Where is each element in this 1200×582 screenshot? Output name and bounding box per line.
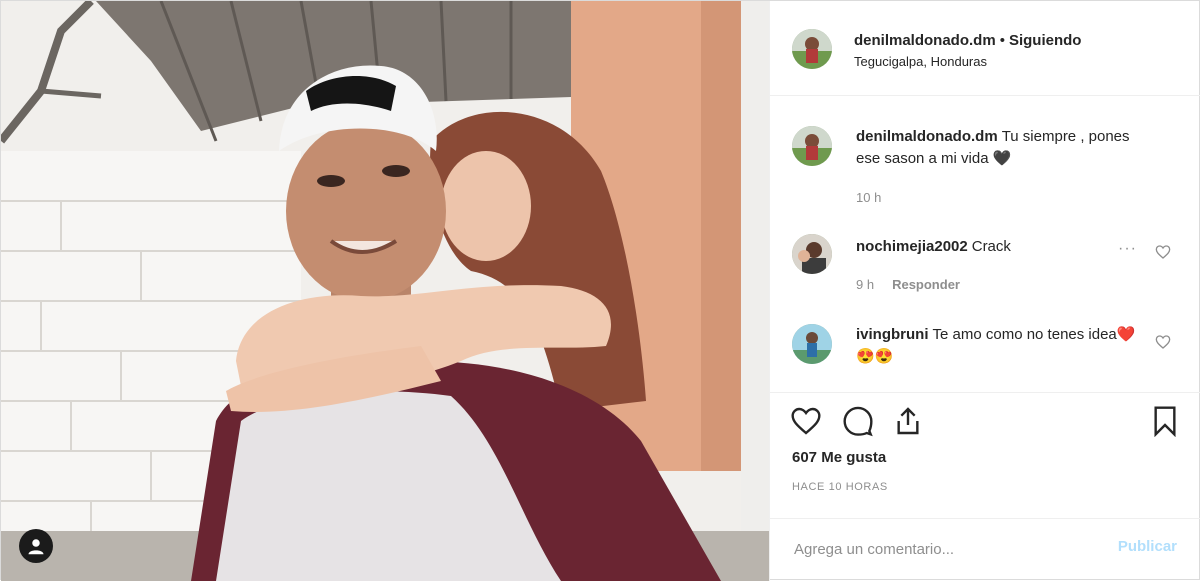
comment-time: 9 h	[856, 277, 875, 292]
header-line: denilmaldonado.dm • Siguiendo	[854, 32, 1081, 49]
heart-icon	[1155, 245, 1171, 259]
comment-button[interactable]	[842, 405, 874, 437]
comment-like-button[interactable]	[1155, 244, 1171, 265]
caption-text: denilmaldonado.dm Tu siempre , pones ese …	[856, 126, 1146, 170]
share-button[interactable]	[892, 405, 924, 437]
comment-text: ivingbruni Te amo como no tenes idea❤️😍😍	[856, 324, 1146, 368]
comment-body: Crack	[971, 238, 1011, 255]
comment-meta: 9 h Responder	[856, 277, 960, 292]
post-timestamp: HACE 10 HORAS	[792, 481, 888, 493]
add-comment-bar: Publicar	[770, 518, 1200, 582]
follow-status-button[interactable]: Siguiendo	[1009, 32, 1082, 49]
author-username[interactable]: denilmaldonado.dm	[854, 32, 996, 49]
comment-username[interactable]: nochimejia2002	[856, 238, 968, 255]
save-button[interactable]	[1149, 405, 1181, 438]
like-count[interactable]: 607 Me gusta	[792, 449, 886, 466]
comment-like-button[interactable]	[1155, 334, 1171, 355]
comment-item: ivingbruni Te amo como no tenes idea❤️😍😍	[770, 324, 1200, 374]
share-icon	[897, 407, 919, 435]
person-icon	[28, 539, 44, 555]
avatar-image	[792, 126, 832, 166]
caption-time: 10 h	[856, 190, 882, 205]
caption-username[interactable]: denilmaldonado.dm	[856, 128, 998, 145]
comment-username[interactable]: ivingbruni	[856, 326, 929, 343]
post-side-panel: denilmaldonado.dm • Siguiendo Tegucigalpa,…	[769, 1, 1200, 581]
couple-photo-illustration	[1, 1, 769, 581]
comments-section[interactable]: denilmaldonado.dm Tu siempre , pones ese …	[770, 96, 1200, 392]
post-photo[interactable]	[1, 1, 769, 581]
avatar-image	[792, 324, 832, 364]
comment-avatar[interactable]	[792, 324, 832, 364]
publish-button[interactable]: Publicar	[1118, 538, 1177, 555]
comment-input[interactable]	[792, 535, 1086, 563]
comment-options-button[interactable]: ···	[1118, 240, 1137, 258]
action-bar	[770, 392, 1200, 451]
reply-button[interactable]: Responder	[892, 277, 960, 292]
bookmark-icon	[1154, 406, 1176, 438]
author-avatar[interactable]	[792, 29, 832, 69]
post-location[interactable]: Tegucigalpa, Honduras	[854, 54, 987, 69]
separator-dot: •	[999, 32, 1005, 49]
comment-item: nochimejia2002 Crack ··· 9 h Responder	[770, 234, 1200, 294]
post-modal: denilmaldonado.dm • Siguiendo Tegucigalpa,…	[0, 0, 1200, 581]
comment-avatar[interactable]	[792, 234, 832, 274]
user-tag-button[interactable]	[19, 529, 53, 563]
avatar-image	[792, 29, 832, 69]
heart-icon	[1155, 335, 1171, 349]
comment-icon	[843, 406, 873, 437]
post-header: denilmaldonado.dm • Siguiendo Tegucigalpa,…	[770, 1, 1200, 96]
heart-icon	[791, 407, 821, 435]
caption-avatar[interactable]	[792, 126, 832, 166]
comment-text: nochimejia2002 Crack	[856, 236, 1146, 258]
avatar-image	[792, 234, 832, 274]
like-button[interactable]	[790, 405, 822, 437]
caption-item: denilmaldonado.dm Tu siempre , pones ese …	[770, 126, 1200, 206]
